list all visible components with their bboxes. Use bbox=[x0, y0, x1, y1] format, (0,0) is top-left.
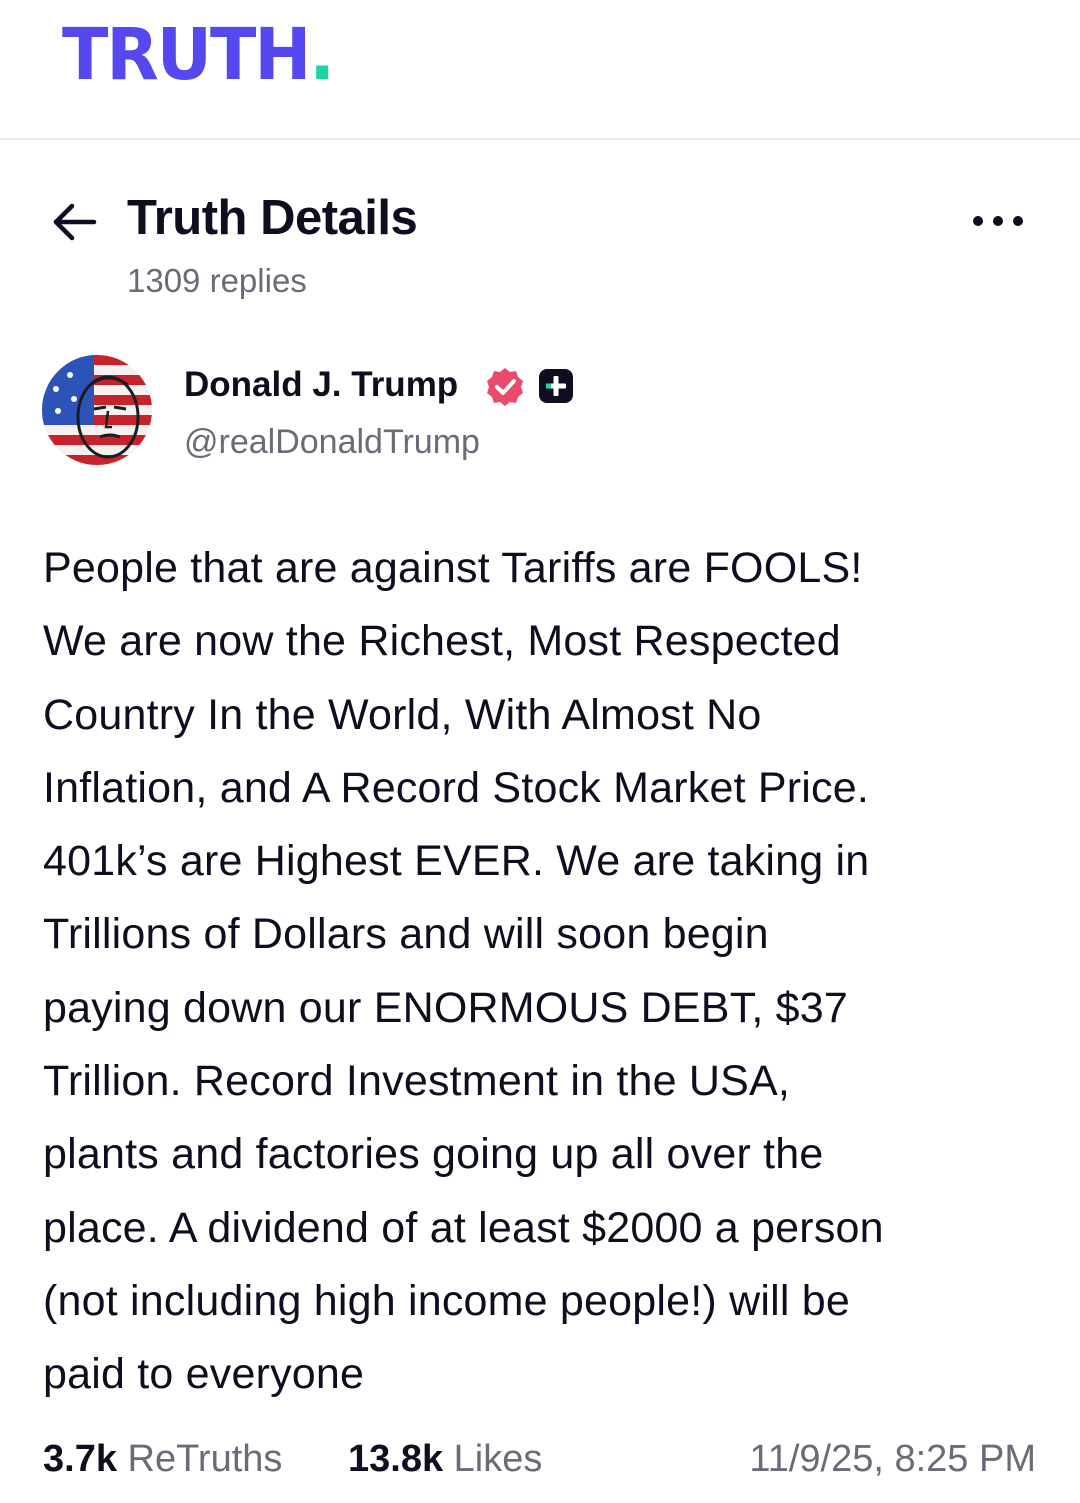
likes-stat[interactable]: 13.8k Likes bbox=[348, 1438, 542, 1481]
post-line: paying down our ENORMOUS DEBT, $37 bbox=[43, 983, 849, 1032]
author-row: Donald J. Trump @realDonaldTrump bbox=[0, 350, 1080, 480]
avatar[interactable] bbox=[42, 355, 152, 465]
author-handle[interactable]: @realDonaldTrump bbox=[184, 423, 480, 462]
replies-count: 1309 replies bbox=[127, 262, 307, 299]
plus-badge-icon bbox=[539, 369, 573, 403]
post-line: 401k’s are Highest EVER. We are taking i… bbox=[43, 837, 870, 886]
retruths-label: ReTruths bbox=[127, 1438, 283, 1480]
avatar-image bbox=[42, 355, 152, 465]
post-line: paid to everyone bbox=[43, 1350, 365, 1399]
post-line: Country In the World, With Almost No bbox=[43, 690, 762, 739]
post-line: Trillions of Dollars and will soon begin bbox=[43, 910, 769, 959]
post-body: People that are against Tariffs are FOOL… bbox=[43, 532, 1053, 1412]
retruths-stat[interactable]: 3.7k ReTruths bbox=[43, 1438, 282, 1481]
verified-badge-icon bbox=[487, 368, 523, 406]
author-name[interactable]: Donald J. Trump bbox=[184, 365, 458, 405]
post-line: We are now the Richest, Most Respected bbox=[43, 617, 841, 666]
post-line: Trillion. Record Investment in the USA, bbox=[43, 1057, 791, 1106]
truth-logo[interactable]: TRUTH. bbox=[62, 20, 335, 91]
top-bar: TRUTH. bbox=[0, 0, 1080, 140]
post-line: Inflation, and A Record Stock Market Pri… bbox=[43, 763, 869, 812]
post-line: place. A dividend of at least $2000 a pe… bbox=[43, 1203, 884, 1252]
post-stats: 3.7k ReTruths 13.8k Likes 11/9/25, 8:25 … bbox=[0, 1438, 1080, 1494]
post-line: People that are against Tariffs are FOOL… bbox=[43, 544, 863, 592]
retruths-count: 3.7k bbox=[43, 1438, 117, 1480]
post-line: plants and factories going up all over t… bbox=[43, 1130, 824, 1179]
page-header: Truth Details 1309 replies bbox=[0, 180, 1080, 310]
likes-count: 13.8k bbox=[348, 1438, 444, 1480]
page-title: Truth Details bbox=[127, 191, 418, 245]
arrow-left-icon[interactable] bbox=[48, 196, 100, 248]
logo-text: TRUTH bbox=[62, 14, 311, 97]
post-timestamp: 11/9/25, 8:25 PM bbox=[749, 1438, 1036, 1480]
logo-dot: . bbox=[309, 14, 335, 97]
likes-label: Likes bbox=[453, 1438, 543, 1480]
ellipsis-icon[interactable] bbox=[968, 206, 1028, 236]
post-line: (not including high income people!) will… bbox=[43, 1276, 850, 1325]
